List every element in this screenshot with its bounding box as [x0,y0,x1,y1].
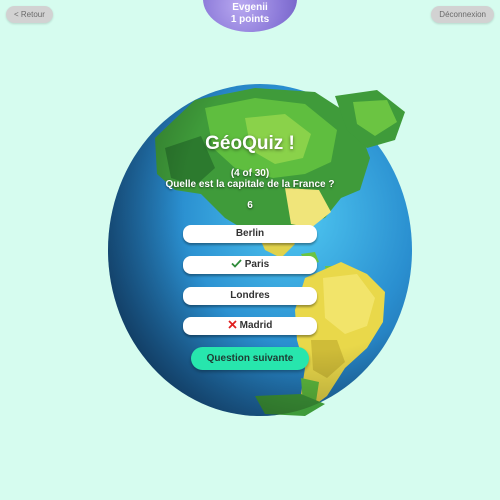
answer-button-madrid[interactable]: Madrid [183,317,317,335]
check-icon [231,259,242,268]
back-button[interactable]: < Retour [6,6,53,23]
user-badge: Evgenii 1 points [203,0,297,32]
question-progress: (4 of 30) [230,168,270,179]
question-text: Quelle est la capitale de la France ? [165,179,335,190]
quiz-title: GéoQuiz ! [205,133,295,154]
answer-button-berlin[interactable]: Berlin [183,225,317,243]
user-name: Evgenii [232,2,268,13]
answer-button-londres[interactable]: Londres [183,287,317,305]
answer-label: Paris [244,259,270,270]
quiz-screen: < Retour Déconnexion Evgenii 1 points Gé… [0,0,500,500]
cross-icon [227,320,237,329]
answer-label: Londres [230,290,270,301]
next-question-button[interactable]: Question suivante [191,347,309,370]
user-points: 1 points [230,14,270,25]
countdown-timer: 6 [247,200,253,211]
logout-button[interactable]: Déconnexion [431,6,494,23]
answer-label: Madrid [239,320,273,331]
answer-label: Berlin [235,228,265,239]
answer-button-paris[interactable]: Paris [183,256,317,274]
